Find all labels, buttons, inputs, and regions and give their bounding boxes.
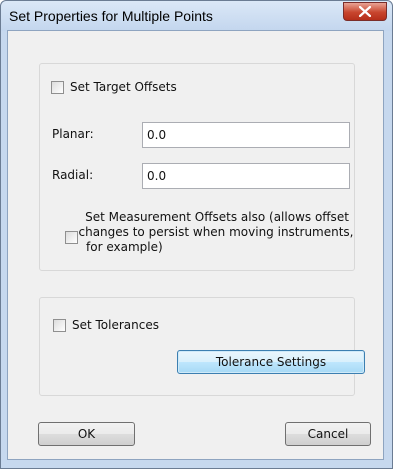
set-tolerances-label: Set Tolerances: [72, 318, 159, 332]
set-target-offsets-checkbox[interactable]: [51, 80, 64, 94]
ok-button[interactable]: OK: [38, 422, 135, 446]
window-title: Set Properties for Multiple Points: [9, 8, 213, 24]
measurement-label-line1: Set Measurement Offsets also (allows off…: [85, 210, 349, 224]
radial-label: Radial:: [52, 168, 94, 182]
close-button[interactable]: [343, 2, 387, 21]
planar-input[interactable]: [142, 122, 350, 148]
set-measurement-offsets-label: Set Measurement Offsets also (allows off…: [52, 210, 372, 255]
tolerance-settings-button[interactable]: Tolerance Settings: [177, 350, 365, 374]
set-target-offsets-label: Set Target Offsets: [70, 80, 177, 94]
radial-input[interactable]: [142, 163, 350, 189]
close-icon: [359, 6, 371, 17]
measurement-label-line2: changes to persist when moving instrumen…: [78, 225, 354, 239]
cancel-button[interactable]: Cancel: [285, 422, 371, 446]
planar-label: Planar:: [52, 127, 94, 141]
set-tolerances-row[interactable]: Set Tolerances: [53, 318, 159, 332]
set-target-offsets-row[interactable]: Set Target Offsets: [51, 80, 177, 94]
measurement-label-line3: for example): [86, 240, 163, 254]
title-bar[interactable]: Set Properties for Multiple Points: [1, 1, 392, 31]
tolerances-group: [39, 297, 355, 396]
set-tolerances-checkbox[interactable]: [53, 318, 66, 332]
